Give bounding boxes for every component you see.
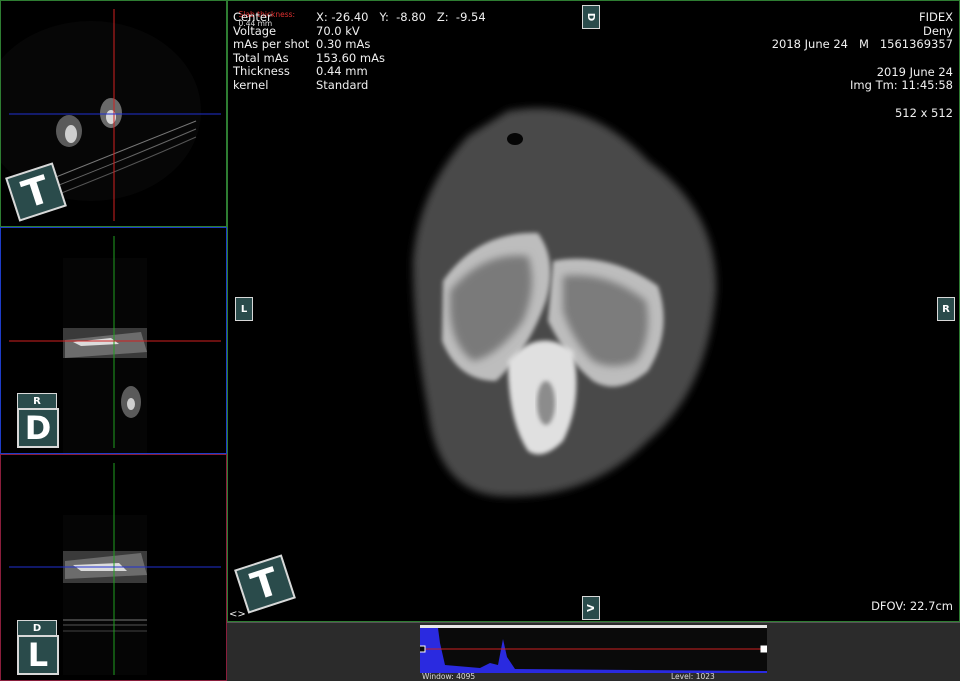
coronal-top-marker: R xyxy=(17,393,57,409)
info-label: mAs per shot xyxy=(233,37,310,52)
sagittal-orientation-marker: L xyxy=(17,635,59,675)
info-label: Voltage xyxy=(233,23,277,38)
info-row-thickness: Thickness 0.44 mm xyxy=(233,65,486,79)
window-min-handle[interactable] xyxy=(420,645,426,653)
info-row-total-mas: Total mAs 153.60 mAs xyxy=(233,50,486,66)
patient-info: FIDEX Deny 2018 June 24 M 1561369357 201… xyxy=(771,10,953,121)
patient-birth-sex-id: 2018 June 24 M 1561369357 xyxy=(771,37,953,52)
study-date: 2019 June 24 xyxy=(876,64,953,79)
sagittal-top-marker: D xyxy=(17,620,57,636)
coronal-orientation-marker: D xyxy=(17,408,59,448)
info-label: kernel xyxy=(233,77,269,92)
histogram-graph[interactable] xyxy=(420,625,767,673)
acquisition-info: Center X: -26.40 Y: -8.80 Z: -9.54 Voltag… xyxy=(233,10,486,93)
window-max-handle[interactable] xyxy=(760,645,767,653)
left-orientation-marker: L xyxy=(235,297,253,321)
info-label: Total mAs xyxy=(233,50,289,65)
axial-thumbnail-pane[interactable]: T xyxy=(0,0,227,227)
bottom-orientation-marker: V xyxy=(582,596,600,620)
image-matrix: 512 x 512 xyxy=(894,105,953,120)
top-orientation-marker: D xyxy=(582,5,600,29)
image-time: Img Tm: 11:45:58 xyxy=(850,78,953,93)
info-value: X: -26.40 Y: -8.80 Z: -9.54 xyxy=(316,10,486,24)
coronal-thumbnail-pane[interactable]: R D xyxy=(0,227,227,454)
info-value: Standard xyxy=(316,77,369,92)
info-label: Center xyxy=(233,10,272,24)
window-level-panel[interactable]: Window: 4095 Level: 1023 xyxy=(227,622,960,681)
info-value: 0.44 mm xyxy=(316,64,368,79)
info-value: 153.60 mAs xyxy=(316,50,385,65)
info-row-voltage: Voltage 70.0 kV xyxy=(233,23,486,39)
right-orientation-marker: R xyxy=(937,297,955,321)
patient-name: Deny xyxy=(922,23,953,38)
info-row-center: Center X: -26.40 Y: -8.80 Z: -9.54 xyxy=(233,10,486,25)
info-row-kernel: kernel Standard xyxy=(233,77,486,93)
main-viewport[interactable]: Slab thickness: 0.44 mm Center X: -26.40 … xyxy=(227,0,960,622)
info-value: 0.30 mAs xyxy=(316,37,371,52)
info-label: Thickness xyxy=(233,64,290,79)
sagittal-thumbnail-pane[interactable]: D L xyxy=(0,454,227,681)
institution-name: FIDEX xyxy=(918,10,953,24)
window-label: Window: 4095 xyxy=(422,672,476,681)
info-value: 70.0 kV xyxy=(316,23,360,38)
dfov-value: DFOV: 22.7cm xyxy=(871,599,953,613)
nav-arrows[interactable]: <> xyxy=(229,608,246,621)
info-row-mas-per-shot: mAs per shot 0.30 mAs xyxy=(233,37,486,52)
level-label: Level: 1023 xyxy=(671,672,715,681)
